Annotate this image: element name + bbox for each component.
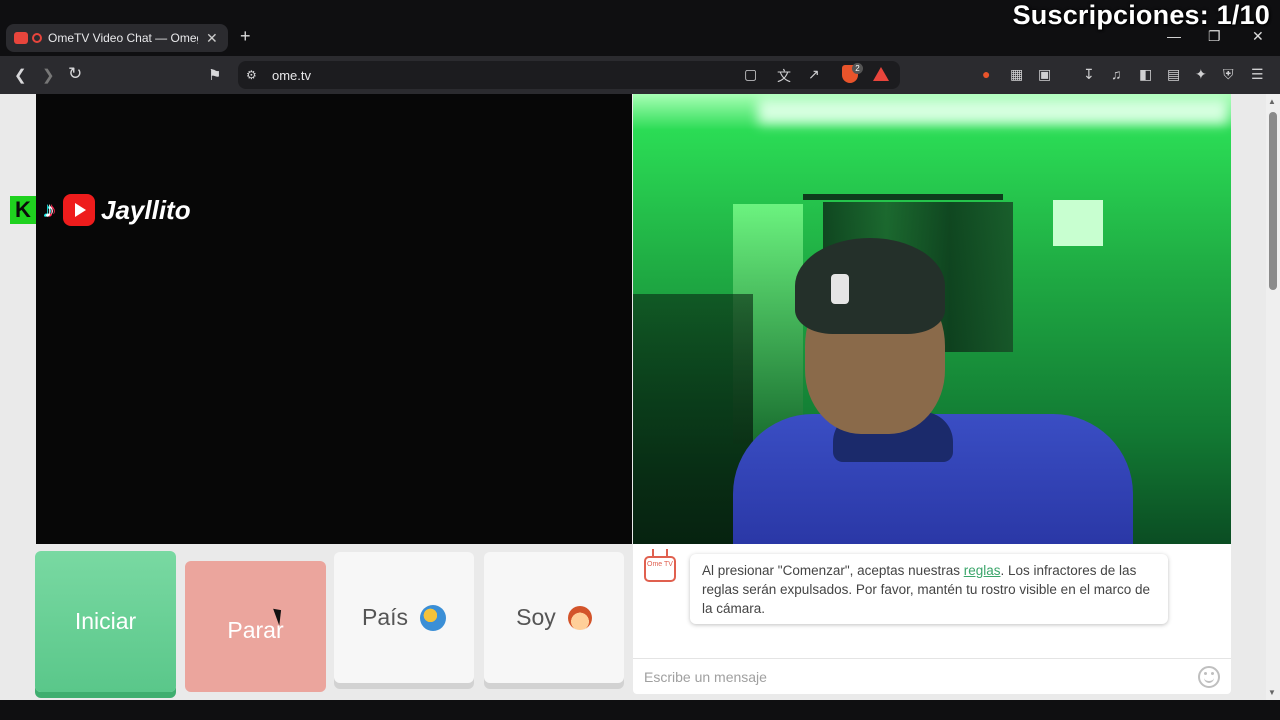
stop-button-label: Parar bbox=[227, 617, 284, 643]
media-icon[interactable]: ♫ bbox=[1111, 66, 1122, 82]
self-webcam-video bbox=[633, 94, 1231, 544]
rules-link[interactable]: reglas bbox=[964, 563, 1001, 578]
chat-divider bbox=[633, 658, 1231, 659]
ometv-logo-icon: Ome TV bbox=[644, 556, 676, 582]
url-text[interactable]: ome.tv bbox=[272, 68, 311, 83]
cast-icon[interactable]: ▢ bbox=[744, 66, 757, 83]
vpn-icon[interactable]: ⛨ bbox=[1223, 66, 1234, 83]
led-light-strip bbox=[758, 98, 1228, 124]
clothes-rack bbox=[803, 194, 1003, 200]
stranger-video-area bbox=[36, 94, 632, 544]
globe-icon bbox=[420, 604, 447, 631]
subscriptions-counter: Suscripciones: 1/10 bbox=[1012, 0, 1270, 30]
start-button-label: Iniciar bbox=[74, 608, 137, 634]
new-tab-button[interactable]: + bbox=[240, 26, 251, 47]
start-button[interactable]: Iniciar bbox=[35, 551, 176, 692]
brave-rewards-icon[interactable] bbox=[873, 67, 889, 81]
youtube-icon bbox=[63, 194, 95, 226]
menu-icon[interactable]: ☰ bbox=[1251, 66, 1264, 83]
sidebar-icon[interactable]: ◧ bbox=[1139, 66, 1152, 83]
message-input[interactable] bbox=[644, 667, 1184, 687]
site-settings-icon[interactable]: ⚙ bbox=[246, 68, 257, 82]
country-filter-button[interactable]: País bbox=[334, 552, 474, 683]
boy-icon bbox=[567, 605, 592, 630]
scroll-down-arrow[interactable]: ▼ bbox=[1268, 688, 1276, 697]
tiktok-icon: ♪ bbox=[44, 197, 55, 222]
notice-text-start: Al presionar "Comenzar", aceptas nuestra… bbox=[702, 563, 964, 578]
wallet-icon[interactable]: ▤ bbox=[1167, 66, 1180, 83]
screenshot-icon[interactable]: ▣ bbox=[1038, 66, 1051, 83]
share-icon[interactable]: ↗ bbox=[808, 66, 820, 83]
stop-button[interactable]: Parar bbox=[185, 561, 326, 692]
tab-title: OmeTV Video Chat — Omegl bbox=[48, 31, 198, 45]
system-notice-message: Al presionar "Comenzar", aceptas nuestra… bbox=[690, 554, 1168, 624]
youtube-favicon-icon bbox=[14, 32, 28, 44]
wall-logo-light bbox=[1053, 200, 1103, 246]
extension-fire-icon[interactable]: ● bbox=[982, 66, 990, 82]
channel-name: Jayllito bbox=[101, 194, 191, 225]
extensions-icon[interactable]: ▦ bbox=[1010, 66, 1023, 83]
bookmark-icon[interactable]: ⚑ bbox=[208, 66, 221, 84]
bottom-bar bbox=[0, 700, 1280, 720]
recording-icon bbox=[32, 33, 42, 43]
person-cap bbox=[795, 238, 945, 334]
back-icon[interactable]: ❮ bbox=[14, 66, 27, 84]
leo-ai-icon[interactable]: ✦ bbox=[1195, 66, 1207, 83]
translate-icon[interactable]: 文 bbox=[777, 66, 791, 86]
downloads-icon[interactable]: ↧ bbox=[1083, 66, 1095, 83]
country-button-label: País bbox=[361, 604, 409, 630]
emoji-icon[interactable] bbox=[1198, 666, 1220, 688]
gender-filter-button[interactable]: Soy bbox=[484, 552, 624, 683]
tab-close-icon[interactable]: ✕ bbox=[206, 30, 218, 47]
scrollbar-thumb[interactable] bbox=[1269, 112, 1277, 290]
browser-tab[interactable]: OmeTV Video Chat — Omegl ✕ bbox=[6, 24, 228, 52]
brave-shields-count: 2 bbox=[852, 63, 863, 74]
streamer-watermark: ♪ Jayllito bbox=[44, 194, 191, 226]
gender-button-label: Soy bbox=[516, 604, 556, 630]
forward-icon[interactable]: ❯ bbox=[42, 66, 55, 84]
cap-logo bbox=[831, 274, 849, 304]
channel-badge: K bbox=[10, 196, 36, 224]
scroll-up-arrow[interactable]: ▲ bbox=[1268, 97, 1276, 106]
reload-icon[interactable]: ↻ bbox=[68, 64, 82, 84]
address-bar[interactable] bbox=[238, 61, 900, 89]
